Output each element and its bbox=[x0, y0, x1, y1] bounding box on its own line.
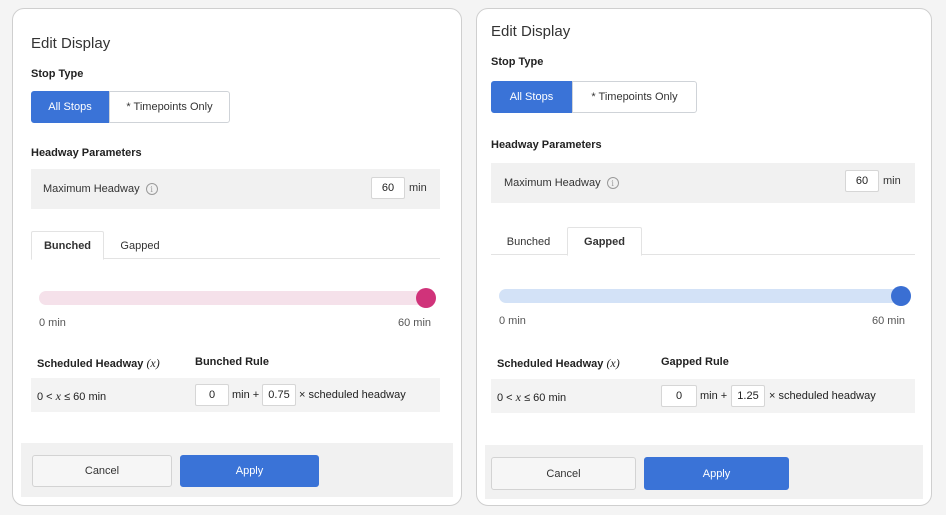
rule-multiplier-input[interactable]: 1.25 bbox=[731, 385, 765, 407]
maximum-headway-label: Maximum Headway bbox=[43, 183, 140, 195]
headway-parameters-label: Headway Parameters bbox=[31, 147, 142, 159]
stop-type-label: Stop Type bbox=[491, 56, 544, 68]
maximum-headway-row: Maximum Headway i 60 min bbox=[491, 163, 915, 203]
rule-min-input[interactable]: 0 bbox=[661, 385, 697, 407]
timepoints-only-button[interactable]: * Timepoints Only bbox=[572, 81, 697, 113]
rule-multiplier-label: × scheduled headway bbox=[299, 389, 406, 401]
all-stops-button[interactable]: All Stops bbox=[31, 91, 109, 123]
apply-button[interactable]: Apply bbox=[644, 457, 789, 490]
apply-button[interactable]: Apply bbox=[180, 455, 319, 487]
rule-min-input[interactable]: 0 bbox=[195, 384, 229, 406]
dialog-footer: Cancel Apply bbox=[485, 445, 923, 499]
tab-gapped[interactable]: Gapped bbox=[567, 227, 642, 256]
tab-gapped[interactable]: Gapped bbox=[105, 231, 175, 260]
headway-slider-track[interactable] bbox=[39, 291, 435, 305]
edit-display-panel-bunched: Edit Display Stop Type All Stops * Timep… bbox=[12, 8, 462, 506]
rule-tabs: Bunched Gapped bbox=[31, 231, 440, 260]
slider-max-label: 60 min bbox=[398, 317, 432, 329]
panel-title: Edit Display bbox=[31, 35, 111, 52]
edit-display-panel-gapped: Edit Display Stop Type All Stops * Timep… bbox=[476, 8, 932, 506]
rule-min-plus-label: min + bbox=[700, 390, 728, 402]
headway-slider-thumb[interactable] bbox=[416, 288, 436, 308]
panel-title: Edit Display bbox=[491, 23, 571, 40]
rule-multiplier-input[interactable]: 0.75 bbox=[262, 384, 296, 406]
info-icon[interactable]: i bbox=[145, 183, 158, 195]
headway-range-text: 0 < x ≤ 60 min bbox=[497, 390, 567, 404]
dialog-footer: Cancel Apply bbox=[21, 443, 453, 497]
cancel-button[interactable]: Cancel bbox=[32, 455, 172, 487]
headway-slider-thumb[interactable] bbox=[891, 286, 911, 306]
maximum-headway-input[interactable]: 60 bbox=[371, 177, 405, 199]
scheduled-headway-header: Scheduled Headway (x) bbox=[37, 356, 160, 370]
stop-type-label: Stop Type bbox=[31, 68, 84, 80]
tab-bunched[interactable]: Bunched bbox=[31, 231, 104, 260]
stop-type-toggle: All Stops * Timepoints Only bbox=[491, 81, 697, 113]
rule-tabs: Bunched Gapped bbox=[491, 227, 915, 256]
maximum-headway-label: Maximum Headway bbox=[504, 177, 601, 189]
bunched-rule-header: Bunched Rule bbox=[195, 356, 269, 368]
headway-range-text: 0 < x ≤ 60 min bbox=[37, 389, 107, 403]
rule-row: 0 < x ≤ 60 min 0 min + 0.75 × scheduled … bbox=[31, 378, 440, 412]
headway-slider-track[interactable] bbox=[499, 289, 911, 303]
gapped-rule-header: Gapped Rule bbox=[661, 356, 729, 368]
timepoints-only-button[interactable]: * Timepoints Only bbox=[109, 91, 230, 123]
maximum-headway-row: Maximum Headway i 60 min bbox=[31, 169, 440, 209]
slider-min-label: 0 min bbox=[39, 317, 66, 329]
rule-multiplier-label: × scheduled headway bbox=[769, 390, 876, 402]
stop-type-toggle: All Stops * Timepoints Only bbox=[31, 91, 230, 123]
cancel-button[interactable]: Cancel bbox=[491, 457, 636, 490]
tab-bunched[interactable]: Bunched bbox=[491, 227, 566, 256]
slider-min-label: 0 min bbox=[499, 315, 526, 327]
all-stops-button[interactable]: All Stops bbox=[491, 81, 572, 113]
rule-min-plus-label: min + bbox=[232, 389, 260, 401]
headway-parameters-label: Headway Parameters bbox=[491, 139, 602, 151]
maximum-headway-unit: min bbox=[409, 182, 427, 194]
scheduled-headway-header: Scheduled Headway (x) bbox=[497, 356, 620, 370]
maximum-headway-input[interactable]: 60 bbox=[845, 170, 879, 192]
maximum-headway-unit: min bbox=[883, 175, 901, 187]
rule-row: 0 < x ≤ 60 min 0 min + 1.25 × scheduled … bbox=[491, 379, 915, 413]
info-icon[interactable]: i bbox=[606, 177, 619, 189]
slider-max-label: 60 min bbox=[872, 315, 906, 327]
